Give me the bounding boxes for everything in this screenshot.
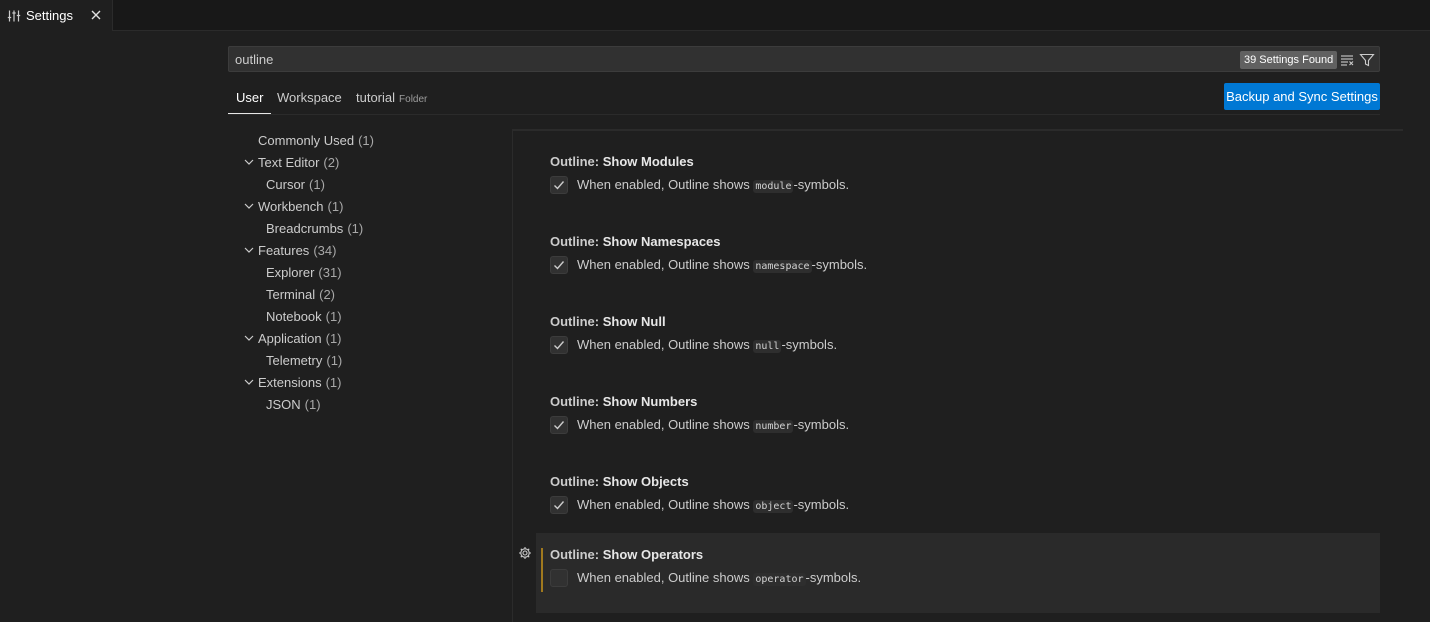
setting-item-focused: Outline: Show Operators When enabled, Ou… — [536, 533, 1380, 613]
setting-title: Outline: Show Modules — [550, 154, 694, 169]
setting-item: Outline: Show Objects When enabled, Outl… — [536, 460, 1380, 540]
setting-title: Outline: Show Null — [550, 314, 666, 329]
setting-title: Outline: Show Operators — [550, 547, 704, 562]
check-icon — [554, 501, 565, 510]
toc-item-commonly-used[interactable]: Commonly Used (1) — [258, 129, 374, 151]
modified-indicator — [541, 548, 543, 592]
toc-item-breadcrumbs[interactable]: Breadcrumbs (1) — [266, 217, 363, 239]
toc-item-application[interactable]: Application (1) — [242, 327, 342, 349]
setting-item: Outline: Show Null When enabled, Outline… — [536, 300, 1380, 380]
chevron-down-icon — [242, 375, 256, 389]
setting-item: Outline: Show Numbers When enabled, Outl… — [536, 380, 1380, 460]
tab-folder-tutorial[interactable]: tutorial Folder — [356, 90, 427, 114]
settings-count-badge: 39 Settings Found — [1240, 51, 1338, 69]
settings-tab[interactable]: Settings — [0, 0, 113, 31]
filter-icon[interactable] — [1358, 51, 1376, 69]
tab-user[interactable]: User — [228, 90, 272, 114]
setting-description: When enabled, Outline shows namespace -sy… — [577, 257, 868, 273]
setting-description: When enabled, Outline shows null -symbols… — [577, 337, 838, 353]
chevron-down-icon — [242, 331, 256, 345]
tab-workspace[interactable]: Workspace — [277, 90, 342, 114]
clear-filter-icon[interactable] — [1338, 51, 1356, 69]
check-icon — [554, 421, 565, 430]
toc-item-explorer[interactable]: Explorer (31) — [266, 261, 342, 283]
setting-checkbox[interactable] — [550, 416, 568, 434]
backup-sync-button[interactable]: Backup and Sync Settings — [1224, 83, 1380, 110]
setting-checkbox[interactable] — [550, 336, 568, 354]
setting-checkbox[interactable] — [550, 256, 568, 274]
chevron-down-icon — [242, 199, 256, 213]
setting-description: When enabled, Outline shows module -symbo… — [577, 177, 850, 193]
search-input[interactable] — [235, 47, 1215, 71]
settings-tab-label: Settings — [26, 8, 73, 23]
toc-item-json[interactable]: JSON (1) — [266, 393, 321, 415]
folder-name: tutorial — [356, 90, 396, 105]
setting-title: Outline: Show Objects — [550, 474, 689, 489]
settings-search-box: 39 Settings Found — [228, 46, 1380, 72]
setting-checkbox[interactable] — [550, 176, 568, 194]
toc-item-extensions[interactable]: Extensions (1) — [242, 371, 341, 393]
check-icon — [554, 181, 565, 190]
setting-title: Outline: Show Namespaces — [550, 234, 721, 249]
toc-item-cursor[interactable]: Cursor (1) — [266, 173, 325, 195]
editor-tab-bar: Settings — [0, 0, 1430, 31]
close-icon[interactable] — [88, 7, 104, 23]
chevron-down-icon — [242, 243, 256, 257]
setting-item: Outline: Show Namespaces When enabled, O… — [536, 220, 1380, 300]
toc-divider[interactable] — [512, 129, 513, 622]
chevron-down-icon — [242, 155, 256, 169]
setting-description: When enabled, Outline shows operator -sym… — [577, 570, 862, 586]
setting-description: When enabled, Outline shows number -symbo… — [577, 417, 850, 433]
setting-description: When enabled, Outline shows object -symbo… — [577, 497, 850, 513]
folder-hint: Folder — [399, 94, 428, 105]
toc-item-features[interactable]: Features (34) — [242, 239, 336, 261]
setting-checkbox[interactable] — [550, 496, 568, 514]
toc-item-terminal[interactable]: Terminal (2) — [266, 283, 335, 305]
settings-sliders-icon — [7, 9, 21, 23]
check-icon — [554, 261, 565, 270]
toc-item-text-editor[interactable]: Text Editor (2) — [242, 151, 339, 173]
toc-item-notebook[interactable]: Notebook (1) — [266, 305, 342, 327]
toc-item-workbench[interactable]: Workbench (1) — [242, 195, 343, 217]
toc-item-telemetry[interactable]: Telemetry (1) — [266, 349, 342, 371]
setting-item: Outline: Show Modules When enabled, Outl… — [536, 140, 1380, 220]
setting-checkbox[interactable] — [550, 569, 568, 587]
list-top-border — [512, 129, 1403, 131]
gear-icon[interactable] — [517, 545, 532, 560]
setting-title: Outline: Show Numbers — [550, 394, 698, 409]
settings-scope-tabs: User Workspace tutorial Folder — [228, 84, 1380, 115]
check-icon — [554, 341, 565, 350]
